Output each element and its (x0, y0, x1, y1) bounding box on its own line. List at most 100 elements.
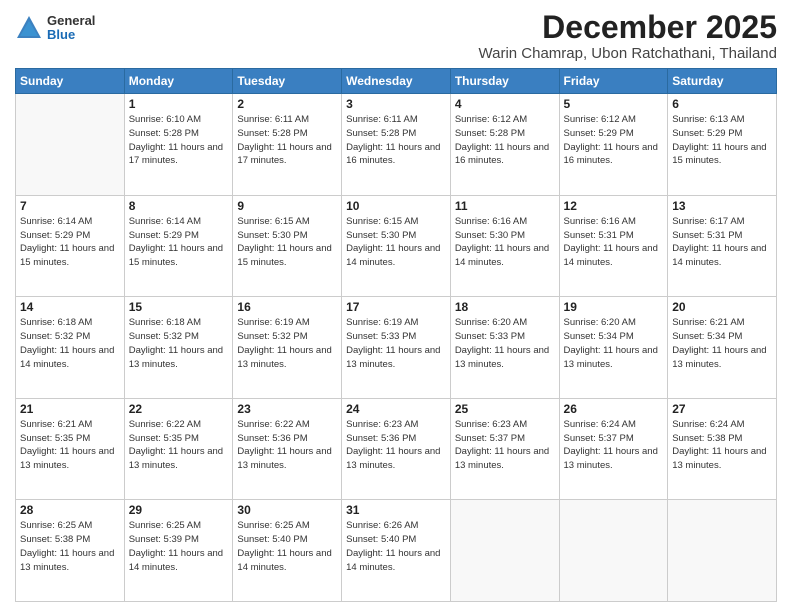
table-row: 5 Sunrise: 6:12 AMSunset: 5:29 PMDaylight… (559, 94, 668, 196)
day-info: Sunrise: 6:24 AMSunset: 5:37 PMDaylight:… (564, 418, 664, 473)
col-monday: Monday (124, 69, 233, 94)
day-info: Sunrise: 6:24 AMSunset: 5:38 PMDaylight:… (672, 418, 772, 473)
day-info: Sunrise: 6:17 AMSunset: 5:31 PMDaylight:… (672, 215, 772, 270)
header: General Blue December 2025 Warin Chamrap… (15, 10, 777, 62)
day-info: Sunrise: 6:23 AMSunset: 5:36 PMDaylight:… (346, 418, 446, 473)
day-info: Sunrise: 6:19 AMSunset: 5:33 PMDaylight:… (346, 316, 446, 371)
table-row: 3 Sunrise: 6:11 AMSunset: 5:28 PMDaylight… (342, 94, 451, 196)
day-info: Sunrise: 6:12 AMSunset: 5:29 PMDaylight:… (564, 113, 664, 168)
day-info: Sunrise: 6:22 AMSunset: 5:35 PMDaylight:… (129, 418, 229, 473)
calendar-table: Sunday Monday Tuesday Wednesday Thursday… (15, 68, 777, 602)
week-row-4: 21 Sunrise: 6:21 AMSunset: 5:35 PMDayligh… (16, 398, 777, 500)
day-number: 9 (237, 199, 337, 213)
table-row: 15 Sunrise: 6:18 AMSunset: 5:32 PMDayligh… (124, 297, 233, 399)
col-thursday: Thursday (450, 69, 559, 94)
day-info: Sunrise: 6:25 AMSunset: 5:38 PMDaylight:… (20, 519, 120, 574)
day-number: 16 (237, 300, 337, 314)
table-row: 28Sunrise: 6:25 AMSunset: 5:38 PMDayligh… (16, 500, 125, 602)
day-info: Sunrise: 6:11 AMSunset: 5:28 PMDaylight:… (346, 113, 446, 168)
day-number: 22 (129, 402, 229, 416)
day-number: 5 (564, 97, 664, 111)
day-info: Sunrise: 6:13 AMSunset: 5:29 PMDaylight:… (672, 113, 772, 168)
day-info: Sunrise: 6:26 AMSunset: 5:40 PMDaylight:… (346, 519, 446, 574)
day-number: 3 (346, 97, 446, 111)
table-row (668, 500, 777, 602)
week-row-3: 14 Sunrise: 6:18 AMSunset: 5:32 PMDayligh… (16, 297, 777, 399)
table-row: 20 Sunrise: 6:21 AMSunset: 5:34 PMDayligh… (668, 297, 777, 399)
logo: General Blue (15, 14, 95, 43)
day-number: 8 (129, 199, 229, 213)
logo-blue-text: Blue (47, 28, 95, 42)
day-number: 1 (129, 97, 229, 111)
month-title: December 2025 (479, 10, 778, 45)
col-friday: Friday (559, 69, 668, 94)
day-number: 24 (346, 402, 446, 416)
day-number: 23 (237, 402, 337, 416)
day-number: 4 (455, 97, 555, 111)
day-info: Sunrise: 6:16 AMSunset: 5:31 PMDaylight:… (564, 215, 664, 270)
day-info: Sunrise: 6:21 AMSunset: 5:35 PMDaylight:… (20, 418, 120, 473)
day-info: Sunrise: 6:25 AMSunset: 5:39 PMDaylight:… (129, 519, 229, 574)
day-number: 14 (20, 300, 120, 314)
day-info: Sunrise: 6:14 AMSunset: 5:29 PMDaylight:… (20, 215, 120, 270)
table-row: 17 Sunrise: 6:19 AMSunset: 5:33 PMDayligh… (342, 297, 451, 399)
day-number: 20 (672, 300, 772, 314)
day-info: Sunrise: 6:12 AMSunset: 5:28 PMDaylight:… (455, 113, 555, 168)
day-number: 17 (346, 300, 446, 314)
day-info: Sunrise: 6:16 AMSunset: 5:30 PMDaylight:… (455, 215, 555, 270)
table-row: 27 Sunrise: 6:24 AMSunset: 5:38 PMDayligh… (668, 398, 777, 500)
table-row: 30Sunrise: 6:25 AMSunset: 5:40 PMDayligh… (233, 500, 342, 602)
table-row: 12 Sunrise: 6:16 AMSunset: 5:31 PMDayligh… (559, 195, 668, 297)
day-number: 13 (672, 199, 772, 213)
day-number: 2 (237, 97, 337, 111)
day-info: Sunrise: 6:21 AMSunset: 5:34 PMDaylight:… (672, 316, 772, 371)
title-block: December 2025 Warin Chamrap, Ubon Ratcha… (479, 10, 778, 62)
day-number: 25 (455, 402, 555, 416)
day-number: 29 (129, 503, 229, 517)
day-number: 19 (564, 300, 664, 314)
col-sunday: Sunday (16, 69, 125, 94)
day-number: 10 (346, 199, 446, 213)
day-info: Sunrise: 6:10 AMSunset: 5:28 PMDaylight:… (129, 113, 229, 168)
day-number: 21 (20, 402, 120, 416)
day-info: Sunrise: 6:20 AMSunset: 5:33 PMDaylight:… (455, 316, 555, 371)
table-row: 8 Sunrise: 6:14 AMSunset: 5:29 PMDaylight… (124, 195, 233, 297)
day-number: 26 (564, 402, 664, 416)
logo-text: General Blue (47, 14, 95, 43)
table-row: 11Sunrise: 6:16 AMSunset: 5:30 PMDayligh… (450, 195, 559, 297)
col-tuesday: Tuesday (233, 69, 342, 94)
page: General Blue December 2025 Warin Chamrap… (0, 0, 792, 612)
day-number: 6 (672, 97, 772, 111)
day-number: 15 (129, 300, 229, 314)
table-row: 31Sunrise: 6:26 AMSunset: 5:40 PMDayligh… (342, 500, 451, 602)
table-row (16, 94, 125, 196)
col-saturday: Saturday (668, 69, 777, 94)
calendar-header-row: Sunday Monday Tuesday Wednesday Thursday… (16, 69, 777, 94)
table-row: 6 Sunrise: 6:13 AMSunset: 5:29 PMDaylight… (668, 94, 777, 196)
day-info: Sunrise: 6:14 AMSunset: 5:29 PMDaylight:… (129, 215, 229, 270)
day-info: Sunrise: 6:11 AMSunset: 5:28 PMDaylight:… (237, 113, 337, 168)
day-info: Sunrise: 6:18 AMSunset: 5:32 PMDaylight:… (129, 316, 229, 371)
day-info: Sunrise: 6:19 AMSunset: 5:32 PMDaylight:… (237, 316, 337, 371)
table-row: 19 Sunrise: 6:20 AMSunset: 5:34 PMDayligh… (559, 297, 668, 399)
table-row: 18 Sunrise: 6:20 AMSunset: 5:33 PMDayligh… (450, 297, 559, 399)
col-wednesday: Wednesday (342, 69, 451, 94)
logo-general-text: General (47, 14, 95, 28)
day-info: Sunrise: 6:20 AMSunset: 5:34 PMDaylight:… (564, 316, 664, 371)
day-number: 7 (20, 199, 120, 213)
day-number: 27 (672, 402, 772, 416)
table-row: 22 Sunrise: 6:22 AMSunset: 5:35 PMDayligh… (124, 398, 233, 500)
table-row: 2 Sunrise: 6:11 AMSunset: 5:28 PMDaylight… (233, 94, 342, 196)
table-row: 25 Sunrise: 6:23 AMSunset: 5:37 PMDayligh… (450, 398, 559, 500)
table-row (559, 500, 668, 602)
week-row-2: 7 Sunrise: 6:14 AMSunset: 5:29 PMDaylight… (16, 195, 777, 297)
day-info: Sunrise: 6:23 AMSunset: 5:37 PMDaylight:… (455, 418, 555, 473)
day-number: 18 (455, 300, 555, 314)
day-number: 12 (564, 199, 664, 213)
table-row: 23 Sunrise: 6:22 AMSunset: 5:36 PMDayligh… (233, 398, 342, 500)
table-row: 13 Sunrise: 6:17 AMSunset: 5:31 PMDayligh… (668, 195, 777, 297)
table-row: 9Sunrise: 6:15 AMSunset: 5:30 PMDaylight… (233, 195, 342, 297)
day-info: Sunrise: 6:22 AMSunset: 5:36 PMDaylight:… (237, 418, 337, 473)
location-title: Warin Chamrap, Ubon Ratchathani, Thailan… (479, 45, 778, 62)
table-row: 16 Sunrise: 6:19 AMSunset: 5:32 PMDayligh… (233, 297, 342, 399)
